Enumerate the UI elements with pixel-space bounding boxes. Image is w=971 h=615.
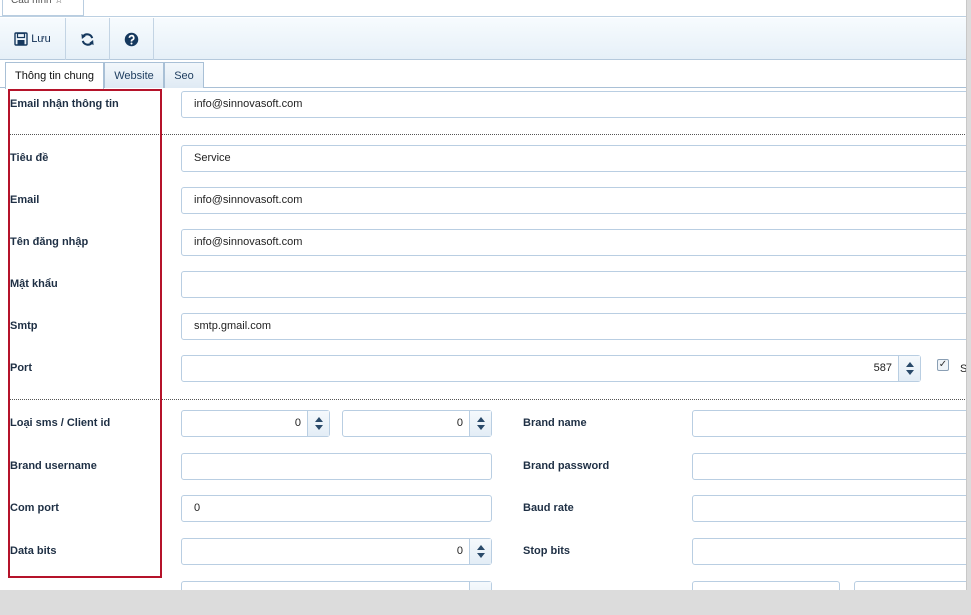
stop-bits-input[interactable] <box>692 538 966 565</box>
toolbar: Lưu <box>0 18 966 60</box>
refresh-icon <box>80 32 95 47</box>
smtp-input[interactable]: smtp.gmail.com <box>181 313 966 340</box>
stop-bits-label: Stop bits <box>523 545 571 557</box>
document-tab-config[interactable]: Cấu hình ☆ <box>2 0 84 16</box>
password-label: Mật khẩu <box>10 278 58 290</box>
save-icon <box>14 32 28 46</box>
next-row-input-1[interactable] <box>692 581 840 590</box>
brand-username-label: Brand username <box>10 460 97 472</box>
section-divider-1 <box>10 134 966 135</box>
spin-down-icon[interactable] <box>476 553 485 558</box>
spin-up-icon[interactable] <box>905 362 914 367</box>
client-id-value: 0 <box>456 417 463 429</box>
data-bits-label: Data bits <box>10 545 57 557</box>
tab-website[interactable]: Website <box>104 62 164 88</box>
spin-down-icon[interactable] <box>905 370 914 375</box>
next-row-stepper[interactable] <box>181 581 492 590</box>
config-window: Cấu hình ☆ Lưu Thông tin chung Website S… <box>0 0 967 590</box>
port-stepper[interactable]: 587 <box>181 355 921 382</box>
sms-type-spinner[interactable] <box>307 411 329 436</box>
spin-down-icon[interactable] <box>314 425 323 430</box>
sms-type-value: 0 <box>294 417 301 429</box>
tab-bar: Thông tin chung Website Seo <box>0 60 966 89</box>
sms-type-stepper[interactable]: 0 <box>181 410 330 437</box>
port-spinner[interactable] <box>898 356 920 381</box>
com-port-label: Com port <box>10 502 59 514</box>
save-button-label: Lưu <box>31 33 51 45</box>
smtp-label: Smtp <box>10 320 38 332</box>
help-icon <box>124 32 139 47</box>
title-label: Tiêu đề <box>10 152 49 164</box>
section-divider-2 <box>10 399 966 400</box>
spin-up-icon[interactable] <box>476 545 485 550</box>
ssl-label: S <box>960 363 967 375</box>
port-value: 587 <box>873 362 892 374</box>
data-bits-stepper[interactable]: 0 <box>181 538 492 565</box>
sms-type-label: Loại sms / Client id <box>10 417 111 429</box>
com-port-input[interactable]: 0 <box>181 495 492 522</box>
data-bits-spinner[interactable] <box>469 539 491 564</box>
brand-password-label: Brand password <box>523 460 610 472</box>
email-label: Email <box>10 194 40 206</box>
password-input[interactable] <box>181 271 966 298</box>
email-input[interactable]: info@sinnovasoft.com <box>181 187 966 214</box>
save-button[interactable]: Lưu <box>0 18 66 60</box>
bottom-bar <box>0 590 971 615</box>
spin-up-icon[interactable] <box>476 417 485 422</box>
document-tab-strip: Cấu hình ☆ <box>0 0 966 17</box>
tab-general-info[interactable]: Thông tin chung <box>5 62 104 89</box>
username-input[interactable]: info@sinnovasoft.com <box>181 229 966 256</box>
brand-password-input[interactable] <box>692 453 966 480</box>
ssl-checkbox[interactable]: ✓ <box>937 359 949 371</box>
username-label: Tên đăng nhập <box>10 236 89 248</box>
brand-name-label: Brand name <box>523 417 587 429</box>
next-row-spinner[interactable] <box>469 582 491 590</box>
email-receive-input[interactable]: info@sinnovasoft.com <box>181 91 966 118</box>
email-receive-label: Email nhận thông tin <box>10 98 119 110</box>
client-id-spinner[interactable] <box>469 411 491 436</box>
port-label: Port <box>10 362 32 374</box>
baud-rate-input[interactable] <box>692 495 966 522</box>
data-bits-value: 0 <box>456 545 463 557</box>
brand-username-input[interactable] <box>181 453 492 480</box>
baud-rate-label: Baud rate <box>523 502 574 514</box>
client-id-stepper[interactable]: 0 <box>342 410 492 437</box>
title-input[interactable]: Service <box>181 145 966 172</box>
help-button[interactable] <box>110 18 154 60</box>
spin-up-icon[interactable] <box>314 417 323 422</box>
next-row-input-2[interactable] <box>854 581 966 590</box>
spin-down-icon[interactable] <box>476 425 485 430</box>
refresh-button[interactable] <box>66 18 110 60</box>
brand-name-input[interactable] <box>692 410 966 437</box>
tab-seo[interactable]: Seo <box>164 62 204 88</box>
